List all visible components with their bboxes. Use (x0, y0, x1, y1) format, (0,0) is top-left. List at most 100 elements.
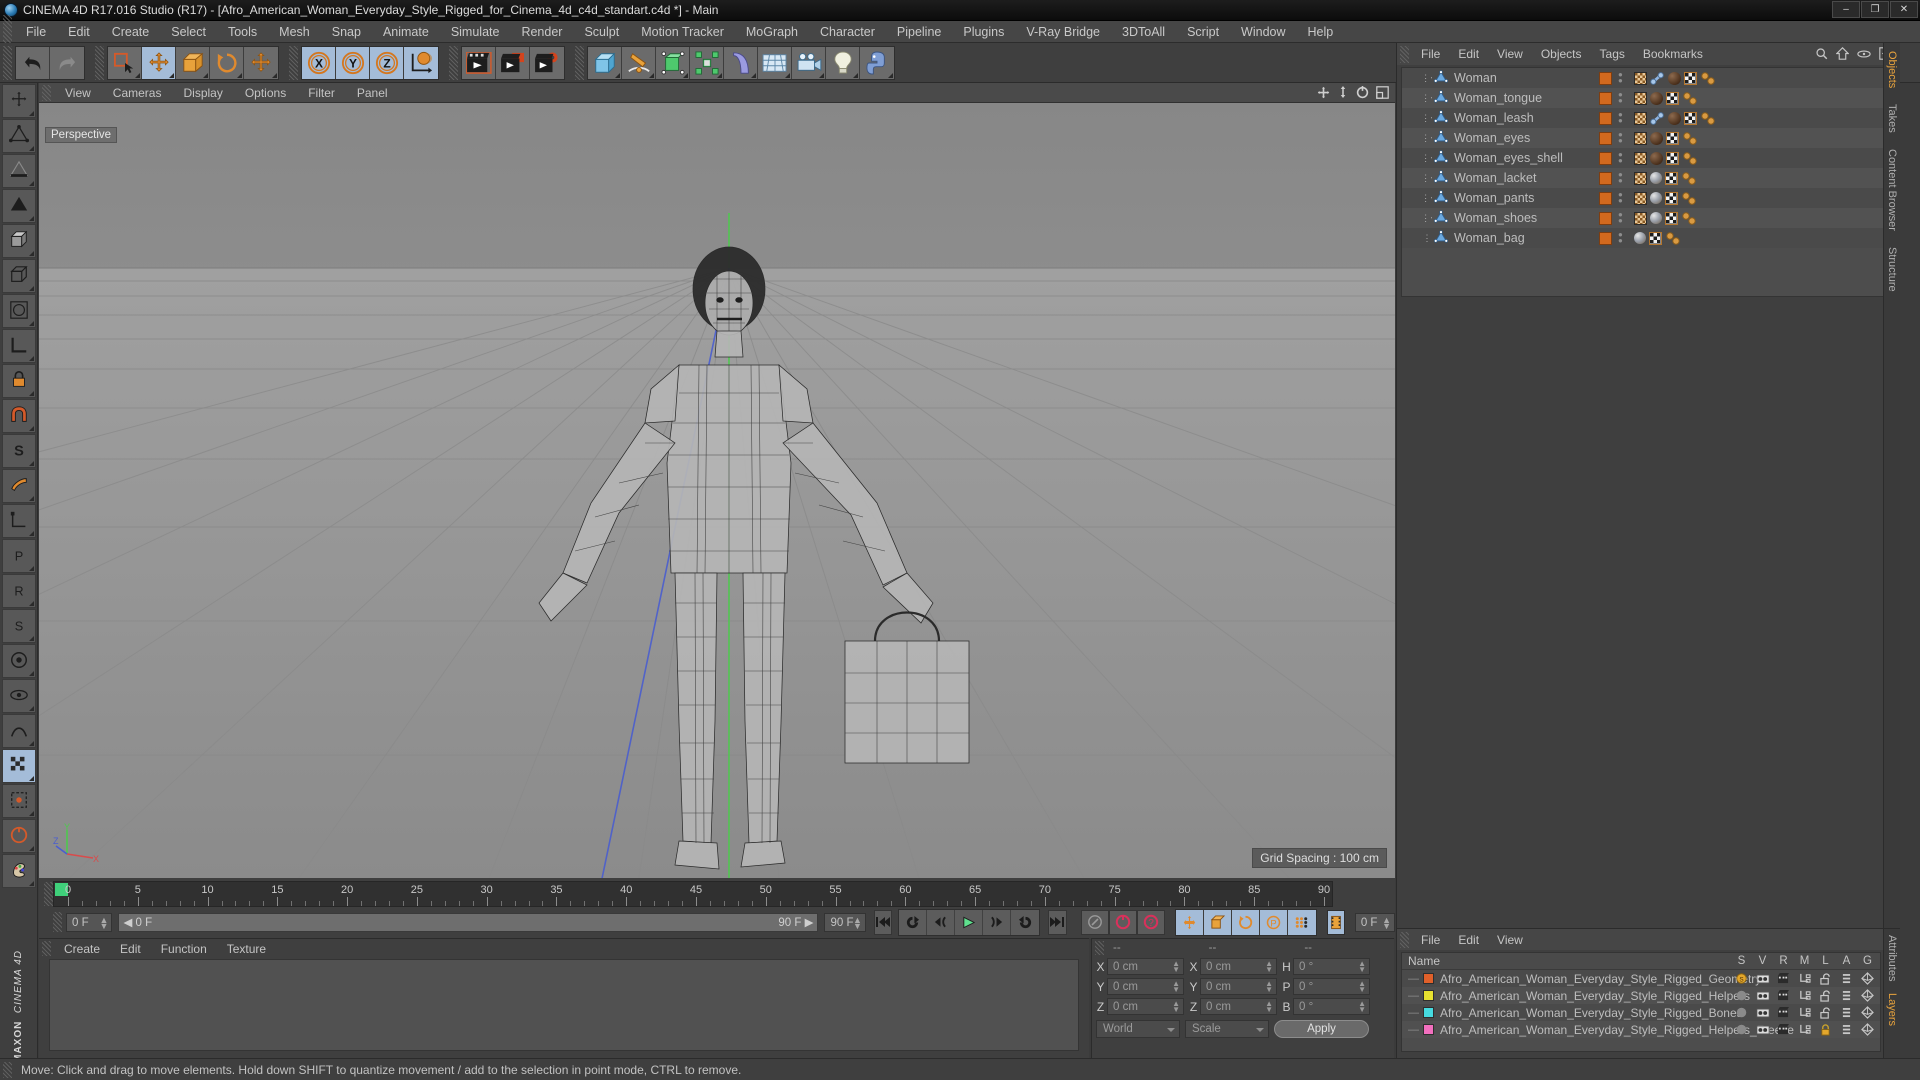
layer-solo-toggle[interactable] (1731, 1023, 1752, 1036)
viewport-menu-filter[interactable]: Filter (297, 86, 346, 100)
light-button[interactable] (826, 46, 860, 79)
point-level-animation-button[interactable] (1287, 909, 1316, 935)
menu-pipeline[interactable]: Pipeline (886, 21, 952, 43)
redo-button[interactable] (50, 46, 84, 79)
layer-menu-file[interactable]: File (1412, 933, 1449, 947)
material-tag-icon[interactable] (1650, 212, 1662, 224)
visibility-dots-icon[interactable]: ● ● (1618, 91, 1623, 105)
layer-render-toggle[interactable] (1773, 1023, 1794, 1036)
object-layer-color-swatch[interactable] (1599, 151, 1612, 165)
layer-color-swatch[interactable] (1423, 990, 1434, 1001)
camera-button[interactable] (792, 46, 826, 79)
enable-s-button[interactable]: S (2, 609, 36, 643)
nurbs-generator-button[interactable] (656, 46, 690, 79)
enable-r-button[interactable]: R (2, 574, 36, 608)
polygon-mode-button[interactable] (2, 189, 36, 223)
go-to-start-button[interactable] (873, 909, 893, 935)
quantize-button[interactable]: S (2, 434, 36, 468)
timeline-row2-grip[interactable] (53, 912, 62, 932)
object-menu-tags[interactable]: Tags (1591, 47, 1634, 61)
material-tag-icon[interactable] (1668, 111, 1681, 125)
preview-frame-field[interactable]: 0 F ▲ ▼ (1354, 912, 1396, 932)
layer-solo-toggle[interactable]: S (1731, 972, 1752, 985)
menu-mograph[interactable]: MoGraph (735, 21, 809, 43)
object-row[interactable]: ⋮‧ Woman_lacket ● ● (1402, 168, 1896, 188)
side-tab-attributes[interactable]: Attributes (1884, 929, 1900, 987)
menu-plugins[interactable]: Plugins (952, 21, 1015, 43)
layer-color-button[interactable] (2, 854, 36, 888)
keyframe-selection-button[interactable]: ? (1136, 909, 1165, 935)
scale-key-button[interactable] (1203, 909, 1232, 935)
texture-tag-icon[interactable] (1649, 231, 1662, 245)
layer-animation-toggle[interactable] (1836, 989, 1857, 1002)
bone-tag-icon[interactable] (1650, 111, 1665, 125)
cube-primitive-button[interactable] (588, 46, 622, 79)
viewport-menu-options[interactable]: Options (234, 86, 297, 100)
phong-tag-icon[interactable] (1634, 91, 1647, 105)
layer-lock-toggle[interactable] (1815, 1023, 1836, 1036)
side-tab-structure[interactable]: Structure (1884, 239, 1900, 300)
layer-animation-toggle[interactable] (1836, 972, 1857, 985)
layer-animation-toggle[interactable] (1836, 1023, 1857, 1036)
phong-tag-icon[interactable] (1634, 191, 1647, 205)
go-to-end-button[interactable] (1048, 909, 1067, 935)
object-mode-button[interactable] (2, 259, 36, 293)
expand-handle-icon[interactable]: ⋮‧ (1420, 73, 1434, 84)
phong-tag-icon[interactable] (1634, 171, 1647, 185)
menu-window[interactable]: Window (1230, 21, 1296, 43)
spinner-icon[interactable]: ▲ ▼ (1265, 960, 1273, 974)
object-row[interactable]: ⋮ Woman_bag ● ● (1402, 228, 1896, 248)
visibility-dots-icon[interactable]: ● ● (1618, 171, 1623, 185)
dots-tag-icon[interactable] (1700, 111, 1716, 125)
toolbar-grip[interactable] (575, 45, 584, 80)
viewport-nav-icons[interactable] (1317, 85, 1389, 99)
material-tag-icon[interactable] (1668, 71, 1681, 85)
viewport-menu-cameras[interactable]: Cameras (102, 86, 173, 100)
scale-button[interactable] (176, 46, 210, 79)
object-layer-color-swatch[interactable] (1599, 71, 1612, 85)
undo-button[interactable] (16, 46, 50, 79)
viewport-grip[interactable] (42, 84, 51, 101)
play-backwards-button[interactable] (899, 909, 928, 935)
axis-move-button[interactable] (2, 84, 36, 118)
coordinates-rotation-field[interactable]: 0 ° ▲ ▼ (1293, 958, 1370, 975)
toolbar-grip[interactable] (3, 45, 12, 80)
spinner-icon[interactable]: ▲ ▼ (1172, 980, 1180, 994)
coordinates-size-field[interactable]: 0 cm ▲ ▼ (1200, 978, 1277, 995)
layer-lock-toggle[interactable] (1815, 972, 1836, 985)
spinner-icon[interactable]: ▲ ▼ (1265, 980, 1273, 994)
material-tag-icon[interactable] (1650, 91, 1663, 105)
search-icon[interactable] (1815, 47, 1828, 60)
layer-row[interactable]: — Afro_American_Woman_Everyday_Style_Rigg… (1402, 1021, 1880, 1038)
record-active-objects-button[interactable] (1108, 909, 1137, 935)
dots-tag-icon[interactable] (1681, 211, 1697, 225)
layer-color-swatch[interactable] (1423, 973, 1434, 984)
expand-handle-icon[interactable]: ⋮ (1420, 233, 1434, 244)
edge-mode-button[interactable] (2, 154, 36, 188)
expand-handle-icon[interactable]: ⋮‧ (1420, 193, 1434, 204)
maximize-button[interactable]: ❐ (1861, 1, 1889, 18)
menu-3dtoall[interactable]: 3DToAll (1111, 21, 1176, 43)
material-menu-create[interactable]: Create (54, 942, 110, 956)
layer-render-toggle[interactable] (1773, 989, 1794, 1002)
layer-manager-grip[interactable] (1400, 931, 1409, 948)
array-button[interactable] (690, 46, 724, 79)
move-button[interactable] (142, 46, 176, 79)
layer-menu-view[interactable]: View (1488, 933, 1532, 947)
lock-axis-button[interactable] (2, 364, 36, 398)
material-tag-icon[interactable] (1634, 232, 1646, 244)
texture-tag-icon[interactable] (1684, 111, 1697, 125)
spinner-icon[interactable]: ▲ ▼ (1265, 1000, 1273, 1014)
layer-generator-toggle[interactable] (1857, 1023, 1878, 1036)
expand-handle-icon[interactable]: ⋮‧ (1420, 113, 1434, 124)
side-tab-objects[interactable]: Objects (1884, 43, 1900, 96)
texture-mode-button[interactable] (2, 294, 36, 328)
visibility-dots-icon[interactable]: ● ● (1618, 231, 1623, 245)
grid-toggle-button[interactable] (2, 749, 36, 783)
world-axis-button[interactable] (404, 46, 438, 79)
side-tab-takes[interactable]: Takes (1884, 96, 1900, 141)
eye-icon[interactable] (1857, 49, 1871, 59)
layer-color-swatch[interactable] (1423, 1007, 1434, 1018)
expand-handle-icon[interactable]: ⋮‧ (1420, 133, 1434, 144)
menu-select[interactable]: Select (160, 21, 217, 43)
